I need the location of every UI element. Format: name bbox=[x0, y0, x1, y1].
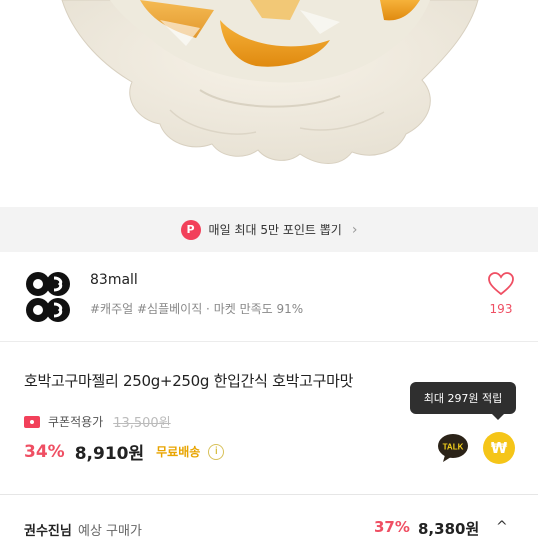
kakao-talk-button[interactable]: TALK bbox=[437, 433, 469, 463]
info-icon[interactable]: i bbox=[208, 443, 225, 460]
jelly-bowl-image bbox=[61, 0, 479, 164]
talk-label: TALK bbox=[443, 443, 464, 452]
coupon-icon bbox=[24, 415, 40, 428]
coupon-label: 쿠폰적용가 bbox=[48, 415, 104, 429]
point-promo-banner[interactable]: P 매일 최대 5만 포인트 뽑기 › bbox=[0, 207, 538, 252]
sale-price: 8,910원 bbox=[74, 444, 145, 464]
promo-text: 매일 최대 5만 포인트 뽑기 bbox=[208, 223, 342, 237]
coin-reward-button[interactable]: ₩ bbox=[483, 432, 515, 464]
chevron-up-icon[interactable]: ^ bbox=[496, 519, 508, 535]
product-title: 호박고구마젤리 250g+250g 한입간식 호박고구마맛 bbox=[24, 372, 354, 390]
like-button[interactable]: 193 bbox=[486, 272, 516, 316]
original-price: 13,500원 bbox=[113, 416, 171, 431]
product-info: 호박고구마젤리 250g+250g 한입간식 호박고구마맛 쿠폰적용가 13,5… bbox=[0, 342, 538, 494]
expected-price-row[interactable]: 권수진님 예상 구매가 37% 8,380원 ^ bbox=[0, 495, 538, 538]
discount-rate: 34% bbox=[24, 441, 65, 462]
expected-discount-rate: 37% bbox=[374, 518, 410, 536]
coupon-row: 쿠폰적용가 13,500원 bbox=[24, 412, 171, 431]
price-row: 34% 8,910원 무료배송 i bbox=[24, 439, 225, 464]
expected-price-label: 예상 구매가 bbox=[78, 524, 142, 538]
like-count: 193 bbox=[489, 302, 513, 316]
seller-logo[interactable] bbox=[24, 269, 72, 325]
seller-name[interactable]: 83mall bbox=[90, 272, 138, 288]
chevron-right-icon: › bbox=[351, 221, 358, 238]
heart-icon bbox=[488, 272, 514, 296]
free-shipping-label: 무료배송 bbox=[156, 445, 201, 459]
expected-price: 8,380원 bbox=[418, 520, 480, 538]
seller-section[interactable]: 83mall #캐주얼 #심플베이직 · 마켓 만족도 91% 193 bbox=[0, 252, 538, 342]
won-coin-icon: ₩ bbox=[490, 439, 508, 457]
seller-tags: #캐주얼 #심플베이직 · 마켓 만족도 91% bbox=[90, 302, 304, 316]
point-badge-icon: P bbox=[180, 219, 201, 240]
product-image[interactable] bbox=[0, 0, 538, 207]
reward-tooltip: 최대 297원 적립 bbox=[410, 382, 516, 420]
user-name: 권수진님 bbox=[24, 524, 72, 538]
